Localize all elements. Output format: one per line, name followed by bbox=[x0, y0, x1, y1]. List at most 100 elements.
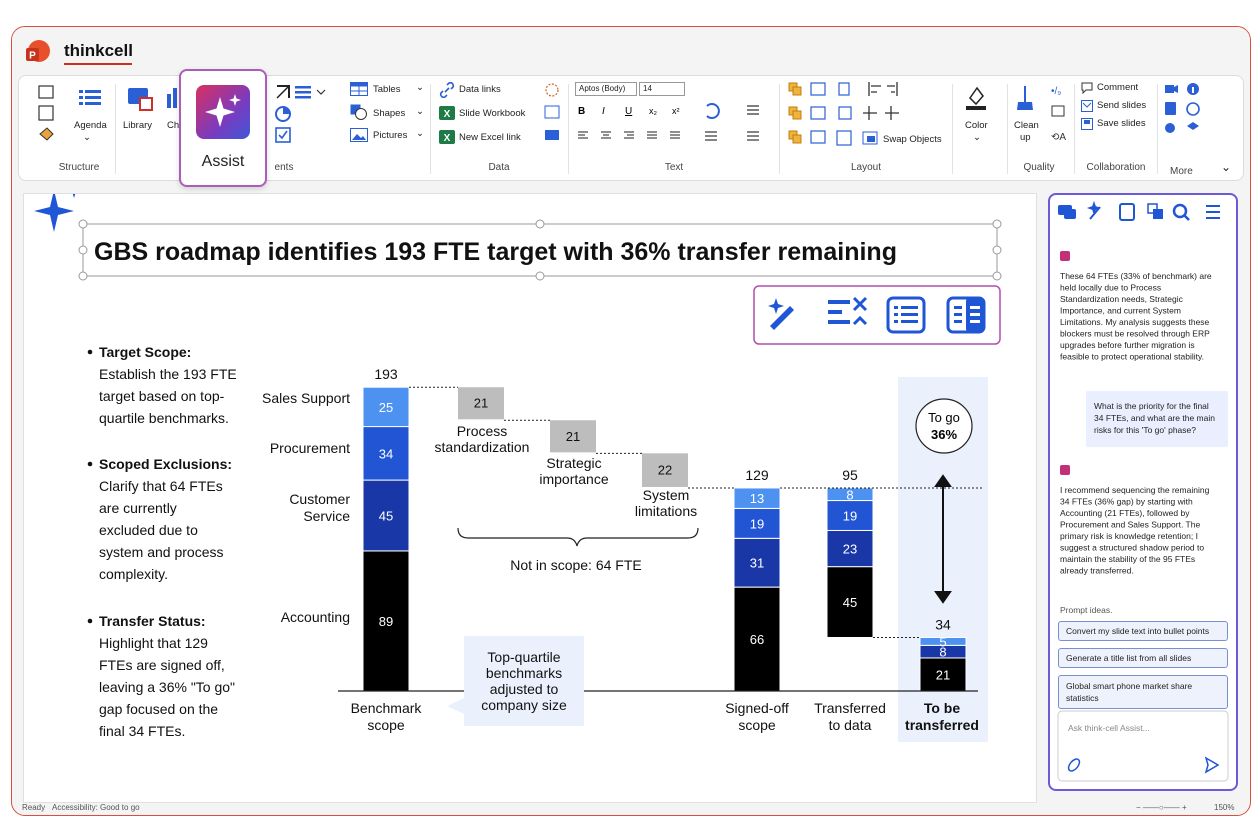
layout-group-label: Layout bbox=[850, 162, 882, 173]
agenda-label[interactable]: Agenda bbox=[74, 120, 107, 131]
title-bar: P thinkcell bbox=[12, 27, 1250, 73]
bar-value-label: 31 bbox=[750, 556, 764, 571]
bar-value-label: 19 bbox=[750, 516, 764, 531]
quality-icons[interactable]: •/₉ ⟲A bbox=[1049, 82, 1069, 146]
structure-icons[interactable] bbox=[35, 84, 105, 144]
bar-total-label: 129 bbox=[745, 467, 769, 483]
assist-button[interactable]: Assist bbox=[179, 69, 267, 187]
data-tools-icons[interactable] bbox=[543, 82, 561, 146]
slide-canvas[interactable]: GBS roadmap identifies 193 FTE target wi… bbox=[23, 183, 1037, 803]
document-list-icon[interactable] bbox=[1119, 203, 1135, 221]
save-slides-icon bbox=[1081, 118, 1093, 130]
clean-up-label[interactable]: Clean bbox=[1014, 120, 1039, 131]
step-label-3a: System bbox=[643, 487, 690, 503]
send-slides-button[interactable]: Send slides bbox=[1097, 100, 1146, 111]
svg-text:U: U bbox=[625, 106, 632, 117]
separator bbox=[952, 84, 953, 174]
font-size-select[interactable]: 14 bbox=[639, 82, 685, 96]
comment-button[interactable]: Comment bbox=[1097, 82, 1138, 93]
pictures-chevron-icon[interactable]: ⌄ bbox=[416, 128, 424, 139]
color-chevron-icon[interactable]: ⌄ bbox=[973, 132, 981, 143]
slide-title[interactable]: GBS roadmap identifies 193 FTE target wi… bbox=[94, 238, 897, 266]
svg-text:Target Scope:: Target Scope: bbox=[99, 344, 191, 360]
callout-box: Top-quartile benchmarks adjusted to comp… bbox=[447, 636, 584, 726]
assist-side-panel: These 64 FTEs (33% of benchmark) are held… bbox=[1048, 193, 1238, 791]
library-icon[interactable] bbox=[127, 86, 155, 112]
step-value-label: 21 bbox=[566, 429, 580, 444]
not-in-scope-label: Not in scope: 64 FTE bbox=[510, 557, 642, 573]
menu-icon[interactable] bbox=[1206, 205, 1220, 219]
app-title: thinkcell bbox=[64, 41, 133, 60]
app-window: P thinkcell Agenda ⌄ Structure Library C… bbox=[11, 26, 1251, 816]
data-links-button[interactable]: Data links bbox=[459, 84, 501, 95]
chevron-down-icon[interactable]: ⌄ bbox=[83, 132, 91, 143]
sparkle-edit-icon[interactable] bbox=[1086, 200, 1102, 220]
tables-chevron-icon[interactable]: ⌄ bbox=[416, 82, 424, 93]
structure-group-label: Structure bbox=[58, 162, 100, 173]
status-bar: Ready Accessibility: Good to go − ——○—— … bbox=[12, 799, 1250, 815]
svg-text:adjusted to: adjusted to bbox=[490, 681, 559, 697]
new-excel-link-button[interactable]: New Excel link bbox=[459, 132, 521, 143]
chat-icon[interactable] bbox=[1058, 205, 1076, 219]
slide-workbook-button[interactable]: Slide Workbook bbox=[459, 108, 525, 119]
svg-text:complexity.: complexity. bbox=[99, 566, 168, 582]
ribbon-collapse-chevron-icon[interactable]: ⌄ bbox=[1221, 160, 1231, 174]
waterfall-chart[interactable]: 8945342519366311913129452319895218534212… bbox=[262, 366, 988, 742]
chat-input-placeholder: Ask think-cell Assist... bbox=[1068, 723, 1150, 733]
message-line: risks for this 'To go' phase? bbox=[1094, 425, 1196, 435]
collaboration-group-label: Collaboration bbox=[1086, 162, 1146, 173]
category-label-transferred: Transferred bbox=[814, 700, 886, 716]
svg-text:x₂: x₂ bbox=[649, 106, 658, 116]
chart-bars: 8945342519366311913129452319895218534212… bbox=[362, 366, 984, 692]
bar-value-label: 45 bbox=[843, 595, 857, 610]
zoom-level[interactable]: 150% bbox=[1214, 803, 1234, 812]
bar-total-label: 193 bbox=[374, 366, 398, 382]
bar-value-label: 34 bbox=[379, 446, 393, 461]
prompt-chip-3[interactable]: Global smart phone market share statisti… bbox=[1058, 675, 1228, 709]
clean-up-icon[interactable] bbox=[1015, 84, 1035, 112]
separator bbox=[1007, 84, 1008, 174]
svg-text:company size: company size bbox=[481, 697, 567, 713]
prompt-ideas-label: Prompt ideas. bbox=[1060, 605, 1112, 615]
shapes-button[interactable]: Shapes bbox=[373, 108, 405, 119]
quality-group-label: Quality bbox=[1023, 162, 1055, 173]
status-accessibility[interactable]: Accessibility: Good to go bbox=[52, 803, 140, 812]
bar-total-label: 34 bbox=[935, 616, 951, 632]
pictures-button[interactable]: Pictures bbox=[373, 130, 407, 141]
clean-up-label-2[interactable]: up bbox=[1020, 132, 1031, 143]
prompt-chip-1[interactable]: Convert my slide text into bullet points bbox=[1058, 621, 1228, 641]
translate-icon[interactable] bbox=[1147, 203, 1163, 219]
shapes-chevron-icon[interactable]: ⌄ bbox=[416, 106, 424, 117]
send-slides-icon bbox=[1081, 100, 1093, 112]
bar-value-label: 23 bbox=[843, 542, 857, 557]
color-icon[interactable] bbox=[965, 84, 987, 110]
swap-objects-button[interactable]: Swap Objects bbox=[883, 134, 942, 145]
more-label[interactable]: More bbox=[1170, 166, 1193, 177]
elements-icons[interactable] bbox=[275, 82, 345, 152]
tables-button[interactable]: Tables bbox=[373, 84, 400, 95]
search-icon[interactable] bbox=[1172, 203, 1190, 221]
chat-input[interactable] bbox=[1057, 710, 1229, 782]
bar-value-label: 89 bbox=[379, 614, 393, 629]
powerpoint-icon[interactable]: P bbox=[24, 39, 50, 65]
tables-icon bbox=[350, 82, 368, 96]
shapes-icon bbox=[350, 104, 367, 120]
to-go-bubble: To go 36% bbox=[915, 398, 973, 454]
bar-value-label: 19 bbox=[843, 508, 857, 523]
svg-text:are currently: are currently bbox=[99, 500, 177, 516]
svg-text:I: I bbox=[602, 106, 605, 117]
excel-icon: X bbox=[439, 106, 455, 120]
library-label[interactable]: Library bbox=[123, 120, 152, 131]
bar-value-label: 21 bbox=[936, 667, 950, 682]
bar-total-label: 95 bbox=[842, 467, 858, 483]
bullet-list[interactable]: Target Scope: Establish the 193 FTE targ… bbox=[87, 344, 237, 739]
zoom-slider[interactable]: − ——○—— + bbox=[1136, 803, 1187, 812]
more-icons[interactable] bbox=[1163, 82, 1211, 138]
prompt-chip-2[interactable]: Generate a title list from all slides bbox=[1058, 648, 1228, 668]
save-slides-button[interactable]: Save slides bbox=[1097, 118, 1146, 129]
assistant-message-1: These 64 FTEs (33% of benchmark) are held… bbox=[1060, 271, 1212, 362]
font-select[interactable]: Aptos (Body) bbox=[575, 82, 637, 96]
text-format-icons[interactable]: B I U x₂ x² bbox=[575, 102, 795, 152]
color-button[interactable]: Color bbox=[965, 120, 988, 131]
assist-icon bbox=[196, 85, 250, 139]
